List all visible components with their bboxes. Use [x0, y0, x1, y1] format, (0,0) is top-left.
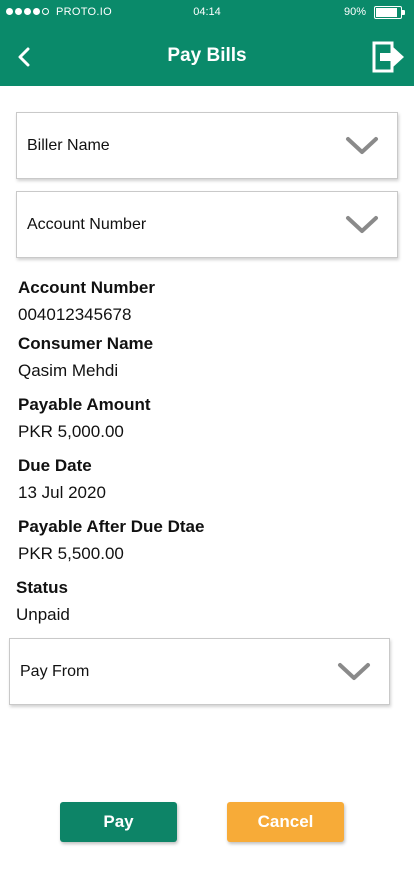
account-number-label: Account Number [18, 278, 155, 297]
pay-from-label: Pay From [20, 662, 90, 680]
payable-after-due-value: PKR 5,500.00 [18, 544, 124, 563]
page-title: Pay Bills [167, 45, 247, 66]
logout-button[interactable] [372, 40, 406, 74]
consumer-name-value: Qasim Mehdi [18, 361, 119, 380]
chevron-down-icon [346, 136, 378, 154]
payable-amount-value: PKR 5,000.00 [18, 422, 124, 441]
status-label: Status [16, 578, 68, 597]
account-number-value: 004012345678 [18, 305, 132, 324]
logout-icon [372, 41, 404, 73]
payable-after-due-label: Payable After Due Dtae [18, 517, 205, 536]
account-number-dropdown[interactable]: Account Number [16, 191, 398, 258]
due-date-value: 13 Jul 2020 [18, 483, 106, 502]
battery-icon [374, 6, 405, 19]
cancel-button[interactable]: Cancel [227, 802, 344, 842]
status-bar: PROTO.IO 04:14 90% [0, 0, 414, 26]
chevron-down-icon [346, 215, 378, 233]
payable-amount-label: Payable Amount [18, 395, 151, 414]
chevron-down-icon [338, 662, 370, 680]
pay-from-dropdown[interactable]: Pay From [9, 638, 390, 705]
status-value: Unpaid [16, 605, 70, 624]
due-date-label: Due Date [18, 456, 92, 475]
account-number-dropdown-label: Account Number [27, 215, 147, 233]
biller-name-dropdown[interactable]: Biller Name [16, 112, 398, 179]
battery-percent: 90% [343, 6, 366, 18]
pay-button[interactable]: Pay [60, 802, 177, 842]
consumer-name-label: Consumer Name [18, 334, 154, 353]
app-header: PROTO.IO 04:14 90% Pay Bills [0, 0, 414, 86]
biller-name-label: Biller Name [27, 136, 110, 154]
